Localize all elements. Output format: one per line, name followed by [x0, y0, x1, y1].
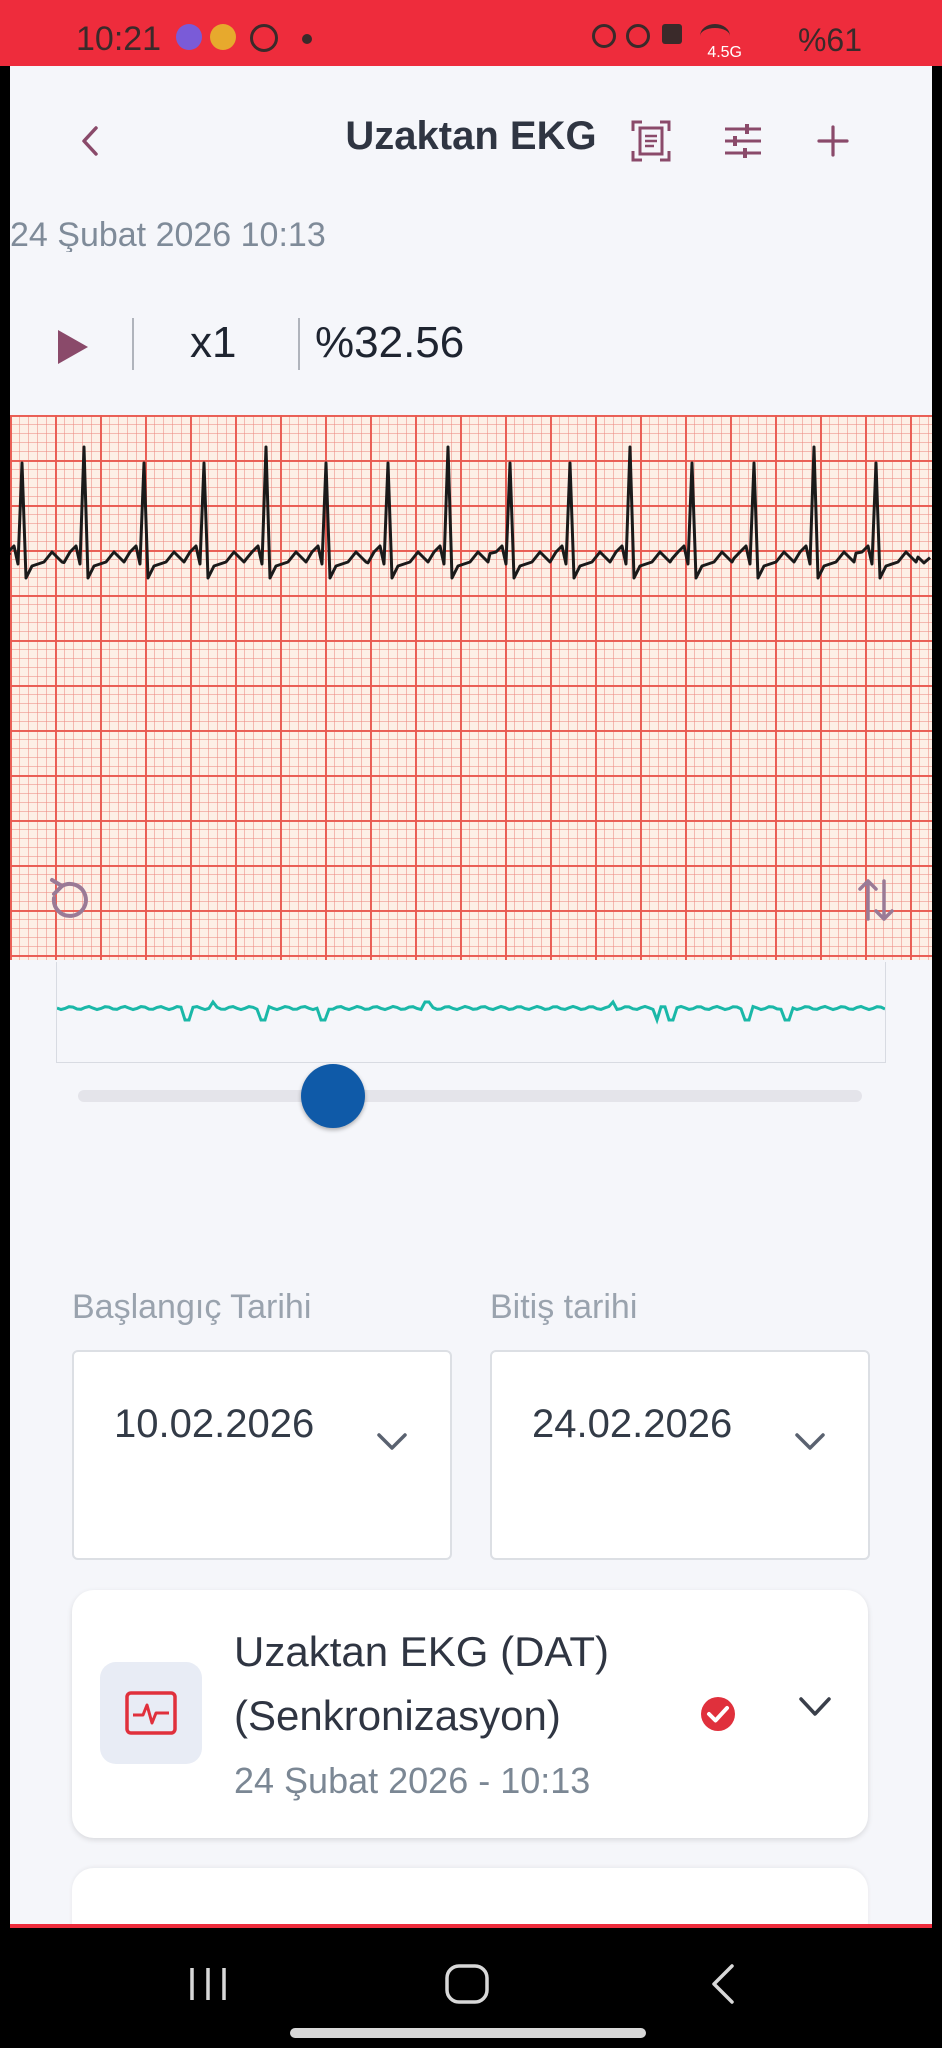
screen-edge-left — [0, 66, 10, 1928]
home-button[interactable] — [444, 1962, 490, 2006]
start-date-label: Başlangıç Tarihi — [72, 1288, 312, 1326]
divider — [298, 318, 300, 370]
start-date-value: 10.02.2026 — [114, 1402, 315, 1446]
playback-slider-track[interactable] — [78, 1090, 862, 1102]
wifi-icon — [700, 24, 730, 48]
end-date-dropdown[interactable]: 24.02.2026 — [490, 1350, 870, 1560]
play-button[interactable] — [56, 328, 90, 371]
divider — [132, 318, 134, 370]
add-button[interactable] — [810, 118, 856, 164]
mute-icon — [662, 24, 682, 44]
ekg-trace — [10, 445, 931, 580]
ekg-record-card[interactable]: Uzaktan EKG (DAT) (Senkronizasyon) 24 Şu… — [72, 1590, 868, 1838]
recent-apps-icon — [190, 1968, 226, 2000]
gesture-pill — [290, 2028, 646, 2038]
app-bar: Uzaktan EKG — [10, 66, 932, 216]
home-icon — [445, 1964, 489, 2004]
filter-button[interactable] — [720, 118, 766, 164]
chevron-down-icon — [377, 1433, 407, 1450]
reset-zoom-button[interactable] — [40, 870, 100, 935]
battery-level: %61 — [797, 22, 862, 58]
play-icon — [58, 330, 88, 364]
ekg-overview-trace — [56, 999, 886, 1025]
player-controls: x1 %32.56 — [10, 300, 932, 390]
card-icon-box — [100, 1662, 202, 1764]
recent-apps-button[interactable] — [186, 1962, 230, 2006]
chevron-down-icon — [795, 1433, 825, 1450]
screen-edge-right — [932, 66, 942, 1928]
chevron-down-icon — [799, 1697, 831, 1716]
ekg-monitor-icon — [125, 1691, 177, 1735]
swap-vertical-icon — [858, 879, 894, 921]
record-date: 24 Şubat 2026 - 10:13 — [234, 1760, 591, 1801]
next-record-card[interactable] — [72, 1868, 868, 1928]
notification-icon — [176, 24, 202, 50]
ekg-chart[interactable] — [10, 415, 932, 960]
back-nav-button[interactable] — [706, 1962, 740, 2006]
expand-record-button[interactable] — [798, 1696, 832, 1723]
system-nav-bar — [0, 1928, 942, 2048]
whatsapp-icon — [250, 24, 278, 52]
notification-icon — [210, 24, 236, 50]
alarm-icon — [592, 24, 616, 48]
end-date-label: Bitiş tarihi — [490, 1288, 638, 1326]
playback-slider-thumb[interactable] — [301, 1064, 366, 1128]
page-title: Uzaktan EKG — [345, 114, 597, 158]
playback-speed-button[interactable]: x1 — [190, 318, 236, 368]
add-icon — [817, 125, 849, 157]
recording-date-partial: 24 Şubat 2026 10:13 — [10, 218, 326, 252]
record-title: Uzaktan EKG (DAT) (Senkronizasyon) — [234, 1628, 609, 1739]
document-scan-icon — [631, 120, 671, 162]
check-circle-icon — [701, 1697, 735, 1731]
end-date-value: 24.02.2026 — [532, 1402, 733, 1446]
dot-icon — [302, 34, 312, 44]
status-time: 10:21 — [76, 20, 162, 58]
swap-orientation-button[interactable] — [856, 875, 896, 930]
start-date-dropdown[interactable]: 10.02.2026 — [72, 1350, 452, 1560]
reset-icon — [50, 878, 88, 918]
document-scan-button[interactable] — [628, 118, 674, 164]
ekg-overview[interactable] — [56, 962, 886, 1063]
status-bar: 10:21 4.5G %61 — [0, 0, 942, 66]
sync-status-badge — [700, 1696, 736, 1737]
back-nav-icon — [712, 1964, 734, 2004]
playback-progress-label: %32.56 — [315, 318, 465, 367]
clock-icon — [626, 24, 650, 48]
filter-sliders-icon — [725, 124, 761, 158]
